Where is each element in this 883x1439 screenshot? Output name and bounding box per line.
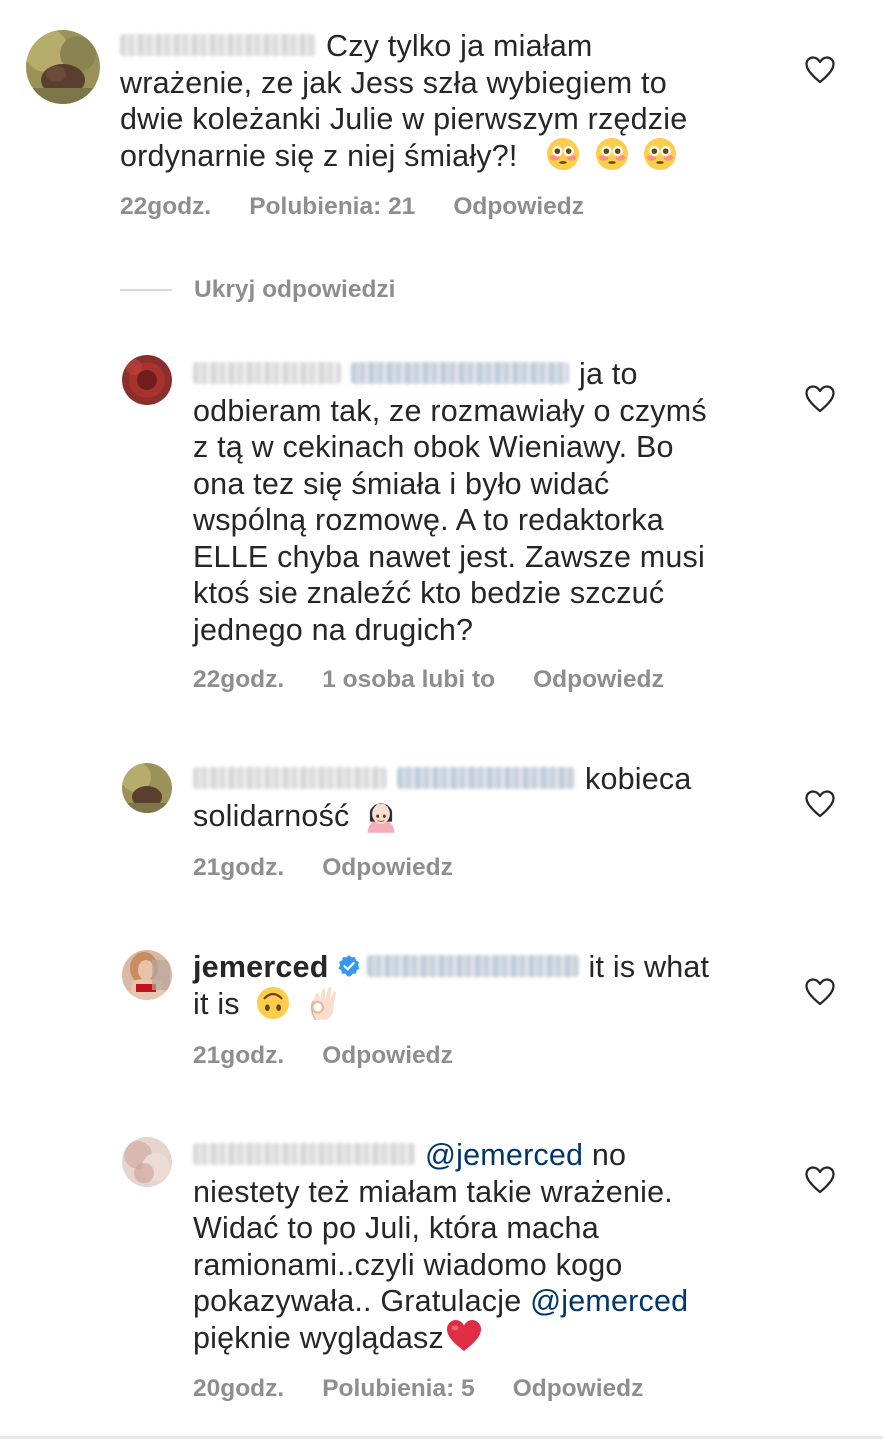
ok-hand-emoji — [310, 986, 336, 1020]
reply-meta: 21godz. Odpowiedz — [193, 1042, 491, 1070]
blurred-username[interactable] — [193, 766, 387, 789]
flushed-face-emoji — [644, 138, 677, 171]
reply-meta: 21godz. Odpowiedz — [193, 854, 491, 882]
likes-count[interactable]: Polubienia: 21 — [249, 193, 415, 220]
like-heart-icon[interactable] — [805, 1166, 835, 1194]
woman-facepalming-emoji — [367, 802, 395, 833]
like-heart-icon[interactable] — [805, 56, 835, 84]
mention-link[interactable]: @jemerced — [530, 1284, 688, 1318]
avatar[interactable] — [122, 1137, 172, 1187]
reply-button[interactable]: Odpowiedz — [453, 193, 584, 220]
avatar[interactable] — [122, 355, 172, 405]
blurred-username[interactable] — [193, 361, 341, 384]
reply-text: kobieca solidarność — [193, 762, 692, 833]
mention-link[interactable]: @jemerced — [425, 1138, 583, 1172]
reply-text: ja to odbieram tak, ze rozmawiały o czym… — [193, 357, 707, 647]
likes-count[interactable]: 1 osoba lubi to — [322, 666, 495, 693]
blurred-mention[interactable] — [351, 361, 569, 384]
reply-button[interactable]: Odpowiedz — [513, 1375, 644, 1402]
reply-button[interactable]: Odpowiedz — [322, 854, 453, 881]
verified-badge-icon — [338, 954, 360, 977]
upside-down-face-emoji — [257, 986, 290, 1019]
like-heart-icon[interactable] — [805, 385, 835, 413]
reply-time: 22godz. — [193, 666, 285, 693]
divider — [120, 289, 172, 291]
avatar[interactable] — [122, 950, 172, 1000]
reply-button[interactable]: Odpowiedz — [322, 1042, 453, 1069]
like-heart-icon[interactable] — [805, 978, 835, 1006]
reply-time: 20godz. — [193, 1375, 285, 1402]
comment-meta: 22godz. Polubienia: 21 Odpowiedz — [120, 193, 622, 221]
hide-replies-button[interactable]: Ukryj odpowiedzi — [120, 272, 395, 308]
reply-button[interactable]: Odpowiedz — [533, 666, 664, 693]
likes-count[interactable]: Polubienia: 5 — [322, 1375, 474, 1402]
blurred-username[interactable] — [193, 1142, 415, 1165]
reply-text: jemerced it is what it is — [193, 950, 710, 1021]
reply-meta: 20godz. Polubienia: 5 Odpowiedz — [193, 1375, 681, 1403]
avatar[interactable] — [122, 763, 172, 813]
username[interactable]: jemerced — [193, 950, 329, 984]
flushed-face-emoji — [546, 138, 580, 171]
reply-meta: 22godz. 1 osoba lubi to Odpowiedz — [193, 666, 702, 694]
reply-time: 21godz. — [193, 1042, 285, 1069]
hide-replies-label: Ukryj odpowiedzi — [194, 276, 396, 303]
blurred-mention[interactable] — [397, 766, 575, 789]
reply-time: 21godz. — [193, 854, 285, 881]
avatar[interactable] — [26, 30, 100, 104]
reply-text: @jemerced no niestety też miałam takie w… — [193, 1138, 689, 1355]
blurred-mention[interactable] — [366, 954, 579, 977]
red-heart-emoji — [446, 1320, 481, 1352]
comment-time: 22godz. — [120, 193, 212, 220]
flushed-face-emoji — [595, 138, 628, 171]
like-heart-icon[interactable] — [805, 790, 835, 818]
comment-text: Czy tylko ja miałam wrażenie, ze jak Jes… — [120, 29, 688, 173]
blurred-username[interactable] — [120, 33, 316, 56]
